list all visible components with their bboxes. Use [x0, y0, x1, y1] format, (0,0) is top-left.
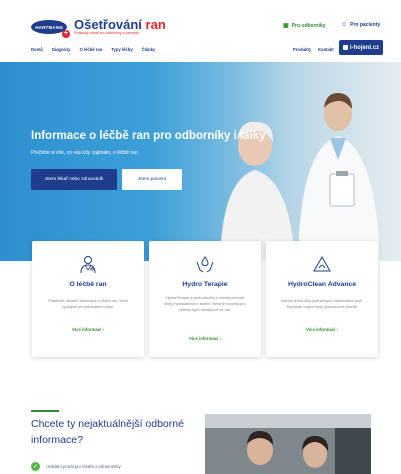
card-text: Účinná léčba díky jedinečným vlastnostem…: [280, 298, 364, 309]
card-title: Hydro Terapie: [182, 281, 228, 288]
hero-title: Informace o léčbě ran pro odborníky i la…: [31, 130, 266, 142]
warning-icon: [313, 255, 331, 272]
card-more-link[interactable]: Více informací ›: [149, 336, 261, 341]
card-hydro-therapy: Hydro Terapie HydroTerapie je jednoduchá…: [149, 241, 261, 357]
site-logo[interactable]: HARTMANN + Ošetřování ran Praktický port…: [31, 18, 166, 38]
professionals-photo: [205, 414, 371, 474]
nav-item-diagnoses[interactable]: Diagnózy: [52, 47, 71, 52]
section-title: Chcete ty nejaktuálnější odborné informa…: [31, 418, 184, 446]
card-hydroclean: HydroClean Advance Účinná léčba díky jed…: [266, 241, 378, 357]
brand-block: Ošetřování ran Praktický portál pro odbo…: [74, 18, 166, 36]
audience-pro-link[interactable]: ▣ Pro odborníky: [283, 22, 326, 30]
hero-photo: [180, 62, 401, 261]
i-hojeni-button[interactable]: i-hojeni.cz: [339, 40, 383, 55]
audience-pro-label: Pro odborníky: [291, 22, 326, 29]
hands-water-icon: [196, 256, 214, 273]
patient-button[interactable]: Jsem pacient: [122, 169, 182, 190]
nav-item-contact[interactable]: Kontakt: [318, 47, 334, 52]
check-icon: ✓: [31, 462, 40, 471]
main-nav: Domů Diagnózy O léčbě ran Typy léčby Člá…: [31, 47, 155, 52]
hartmann-logo: HARTMANN +: [31, 20, 70, 38]
section-divider: [31, 410, 59, 412]
card-title: HydroClean Advance: [287, 281, 357, 288]
card-more-link[interactable]: Více informací ›: [266, 327, 378, 332]
doctor-icon: [80, 256, 96, 274]
cross-icon: +: [62, 30, 70, 38]
nav-item-wound-care[interactable]: O léčbě ran: [80, 47, 103, 52]
i-hojeni-label: i-hojeni.cz: [349, 44, 380, 51]
audience-patients-label: Pro pacienty: [350, 22, 381, 28]
card-text: Praktické, detailní informace o léčbě ra…: [47, 298, 128, 309]
site-header: HARTMANN + Ošetřování ran Praktický port…: [0, 0, 401, 62]
card-title: O léčbě ran: [69, 281, 107, 288]
brand-title: Ošetřování ran: [74, 18, 166, 31]
brand-title-main: Ošetřování: [74, 17, 142, 32]
nav-item-treatment-types[interactable]: Typy léčby: [111, 47, 132, 52]
brand-title-accent: ran: [145, 17, 166, 32]
card-more-link[interactable]: Více informací ›: [32, 327, 144, 332]
nav-item-articles[interactable]: Články: [142, 47, 156, 52]
audience-patients-link[interactable]: ☺ Pro pacienty: [341, 22, 380, 28]
hero-banner: Informace o léčbě ran pro odborníky i la…: [0, 62, 401, 261]
hero-subtitle: Přečtěte si vše, co vás kdy zajímalo, o …: [31, 150, 138, 156]
card-wound-care: O léčbě ran Praktické, detailní informac…: [32, 241, 144, 357]
nav-item-products[interactable]: Produkty: [293, 47, 311, 52]
people-icon: ☺: [341, 22, 348, 28]
hartmann-logo-text: HARTMANN: [35, 24, 63, 30]
benefit-item: ✓ Unikátní portál pro lékaře a zdravotní…: [31, 462, 121, 471]
nav-item-home[interactable]: Domů: [31, 47, 43, 52]
card-text: HydroTerapie je jednoduchá a účinná meto…: [164, 295, 246, 312]
professional-button[interactable]: Jsem lékař nebo zdravotník: [31, 169, 117, 190]
benefit-text: Unikátní portál pro lékaře a zdravotníky: [46, 464, 121, 469]
briefcase-icon: ▣: [283, 23, 289, 29]
i-hojeni-icon: [342, 45, 348, 50]
